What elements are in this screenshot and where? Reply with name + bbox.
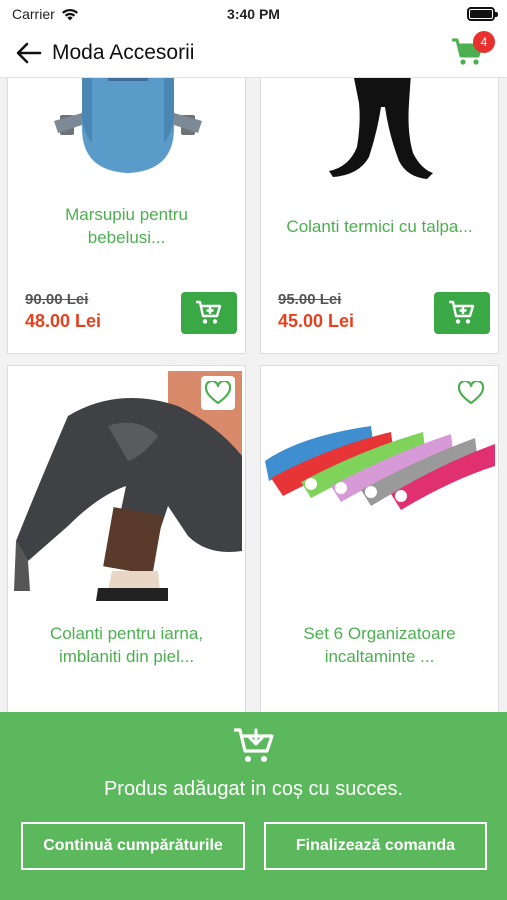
heart-icon <box>205 381 231 405</box>
product-image <box>261 78 498 183</box>
status-bar: Carrier 3:40 PM <box>0 0 507 28</box>
continue-shopping-button[interactable]: Continuă cumpărăturile <box>21 822 245 870</box>
product-name: Colanti termici cu talpa... <box>271 215 488 238</box>
favorite-button[interactable] <box>201 376 235 410</box>
product-image <box>8 78 245 183</box>
product-card[interactable]: Colanti termici cu talpa... 95.00 Lei 45… <box>260 78 499 354</box>
product-name-line: Marsupiu pentru <box>65 205 188 224</box>
sale-price: 48.00 Lei <box>25 311 102 331</box>
add-to-cart-success-panel: Produs adăugat in coș cu succes. Continu… <box>0 712 507 900</box>
product-card[interactable]: Colanti pentru iarna, imblaniti din piel… <box>7 365 246 745</box>
nav-header: Moda Accesorii 4 <box>0 28 507 78</box>
page-title: Moda Accesorii <box>52 40 195 64</box>
battery-icon <box>467 7 498 21</box>
product-name: Colanti pentru iarna, imblaniti din piel… <box>18 622 235 668</box>
product-name-line: imblaniti din piel... <box>58 647 195 666</box>
sale-price: 45.00 Lei <box>278 311 355 331</box>
favorite-button[interactable] <box>454 376 488 410</box>
arrow-left-icon <box>16 42 42 63</box>
cart-plus-icon <box>196 300 222 324</box>
status-left: Carrier <box>12 6 79 22</box>
cart-download-icon <box>234 728 274 762</box>
product-name-line: incaltaminte ... <box>324 647 435 666</box>
product-name-line: Colanti termici cu talpa... <box>286 217 473 236</box>
product-name-line: Colanti pentru iarna, <box>49 624 204 643</box>
product-name: Set 6 Organizatoare incaltaminte ... <box>271 622 488 668</box>
product-card[interactable]: Set 6 Organizatoare incaltaminte ... <box>260 365 499 745</box>
product-name-line: Set 6 Organizatoare <box>303 624 456 643</box>
old-price: 90.00 Lei <box>25 291 89 308</box>
cart-button[interactable]: 4 <box>451 31 495 69</box>
product-name: Marsupiu pentru bebelusi... <box>18 203 235 249</box>
add-to-cart-button[interactable] <box>434 292 490 334</box>
wifi-icon <box>61 8 78 20</box>
heart-icon <box>458 381 484 405</box>
carrier-label: Carrier <box>12 6 55 22</box>
product-card[interactable]: Marsupiu pentru bebelusi... 90.00 Lei 48… <box>7 78 246 354</box>
success-message: Produs adăugat in coș cu succes. <box>103 778 404 800</box>
product-name-line: bebelusi... <box>87 228 166 247</box>
status-time: 3:40 PM <box>227 6 280 22</box>
checkout-button[interactable]: Finalizează comanda <box>264 822 487 870</box>
cart-count-badge: 4 <box>473 31 495 53</box>
add-to-cart-button[interactable] <box>181 292 237 334</box>
back-button[interactable] <box>16 37 48 69</box>
cart-plus-icon <box>449 300 475 324</box>
old-price: 95.00 Lei <box>278 291 342 308</box>
